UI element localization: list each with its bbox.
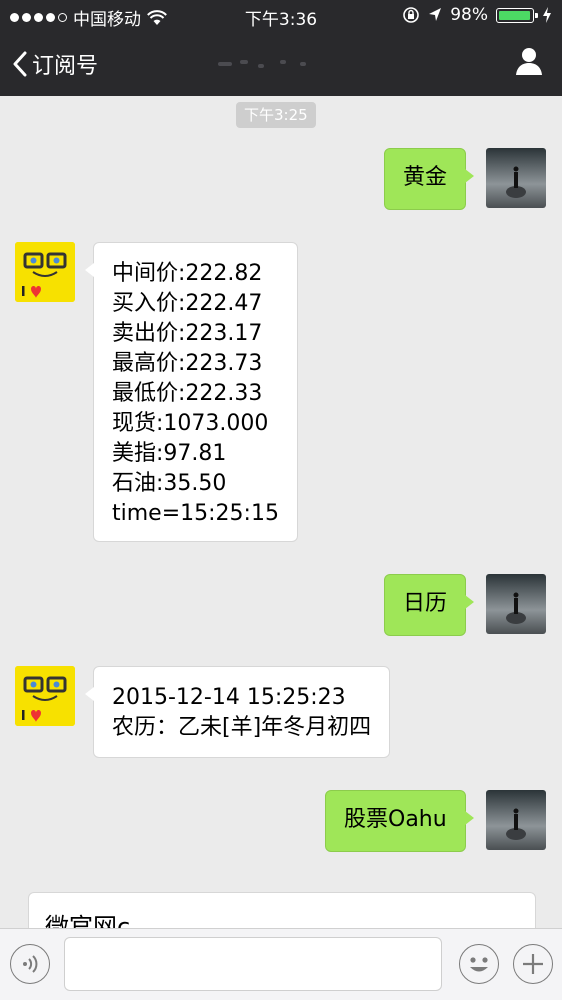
my-avatar-image (486, 148, 546, 208)
bot-avatar[interactable] (15, 666, 75, 726)
my-avatar-image (486, 574, 546, 634)
message-text: 日历 (403, 591, 448, 616)
bot-avatar[interactable] (15, 242, 75, 302)
message-line: 买入价:222.47 (112, 291, 263, 316)
top-bar: 中国移动 下午3:36 98% 订阅号 (0, 0, 562, 96)
profile-button[interactable] (514, 46, 544, 80)
battery-percent: 98% (450, 5, 488, 25)
message-line: 石油:35.50 (112, 471, 227, 496)
charging-icon (543, 7, 551, 23)
article-card-title: 微官网c... (45, 913, 154, 928)
my-avatar[interactable] (486, 574, 546, 634)
message-line: time=15:25:15 (112, 501, 279, 526)
emoji-button[interactable] (459, 944, 499, 984)
voice-icon (23, 955, 38, 973)
message-text: 黄金 (403, 165, 448, 190)
nav-title-obscured (200, 52, 360, 76)
message-bubble-incoming[interactable]: 2015-12-14 15:25:23 农历：乙未[羊]年冬月初四 (84, 666, 391, 758)
status-right: 98% (402, 5, 552, 25)
orientation-lock-icon (403, 7, 420, 23)
chat-area[interactable]: 下午3:25 黄金 中间价:222.82 买入价:222.47 卖出价:223.… (0, 96, 562, 928)
message-line: 卖出价:223.17 (112, 321, 263, 346)
message-bubble-outgoing[interactable]: 黄金 (384, 148, 475, 210)
message-line: 中间价:222.82 (112, 261, 263, 286)
plus-icon (523, 954, 543, 974)
message-bubble-outgoing[interactable]: 股票Oahu (325, 790, 474, 852)
back-button[interactable]: 订阅号 (12, 48, 98, 80)
message-line: 农历：乙未[羊]年冬月初四 (112, 715, 372, 740)
message-line: 最高价:223.73 (112, 351, 263, 376)
battery-icon (496, 7, 538, 23)
person-icon (516, 48, 542, 75)
input-bar (0, 928, 562, 1000)
status-bar: 中国移动 下午3:36 98% (0, 0, 562, 32)
bot-avatar-image (15, 666, 75, 726)
nav-bar: 订阅号 (0, 32, 562, 96)
message-input[interactable] (64, 937, 442, 991)
article-card-partial[interactable]: 微官网c... (28, 892, 536, 928)
back-label: 订阅号 (32, 54, 99, 79)
battery-level-fill (499, 10, 531, 20)
message-text: 股票Oahu (344, 807, 447, 832)
bot-avatar-image (15, 242, 75, 302)
my-avatar[interactable] (486, 148, 546, 208)
message-bubble-outgoing[interactable]: 日历 (384, 574, 475, 636)
voice-button[interactable] (10, 944, 50, 984)
my-avatar-image (486, 790, 546, 850)
timestamp-pill: 下午3:25 (236, 102, 316, 128)
message-line: 2015-12-14 15:25:23 (112, 685, 346, 710)
location-icon (429, 8, 442, 21)
message-line: 最低价:222.33 (112, 381, 263, 406)
message-line: 现货:1073.000 (112, 411, 269, 436)
my-avatar[interactable] (486, 790, 546, 850)
chevron-left-icon (13, 51, 27, 77)
message-bubble-incoming[interactable]: 中间价:222.82 买入价:222.47 卖出价:223.17 最高价:223… (85, 242, 298, 542)
more-button[interactable] (513, 944, 553, 984)
message-line: 美指:97.81 (112, 441, 227, 466)
emoji-icon (470, 957, 488, 972)
